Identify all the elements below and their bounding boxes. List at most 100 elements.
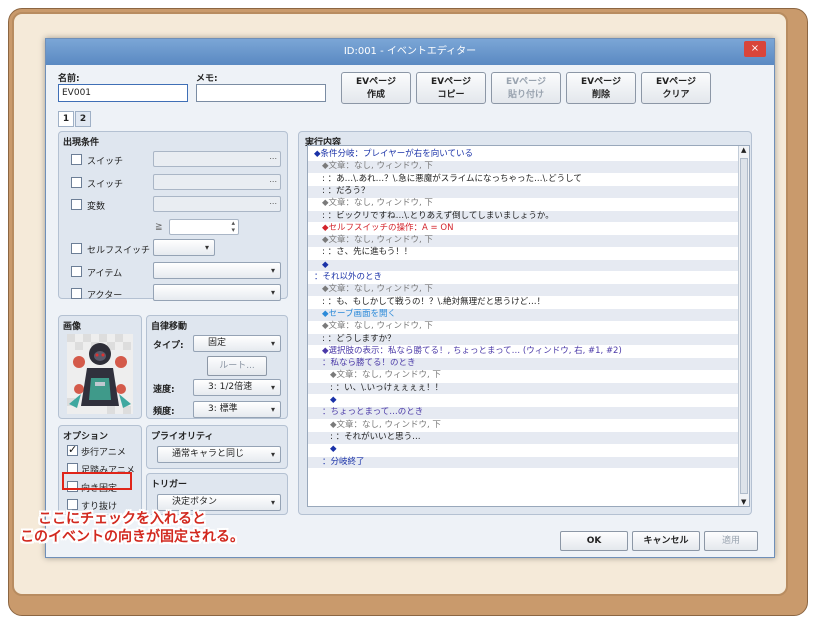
switch2-label: スイッチ [87,180,124,190]
button-line1: EVページ [656,77,696,87]
image-panel: 画像 [58,315,142,419]
button-line1: EVページ [356,77,396,87]
trigger-title: トリガー [151,480,188,490]
ge-symbol: ≧ [155,222,163,232]
button-line2: 作成 [366,90,385,100]
self-switch-select[interactable] [153,239,215,256]
command-line[interactable]: : ：も、もしかして戦うの！？\.絶対無理だと思うけど…！ [308,297,738,309]
variable-field[interactable]: ... [153,196,281,212]
options-title: オプション [63,432,109,442]
memo-label: メモ: [196,74,218,84]
switch2-checkbox[interactable] [71,177,82,188]
switch1-checkbox[interactable] [71,154,82,165]
ok-button[interactable]: OK [560,531,628,551]
speed-label: 速度: [153,385,175,395]
command-line[interactable]: ◆ [308,259,738,272]
button-line2: 貼り付け [507,90,544,100]
command-line[interactable]: ◆文章：なし, ウィンドウ, 下 [308,198,738,210]
command-list-scrollbar[interactable]: ▲ ▼ [738,146,749,506]
command-line[interactable]: ◆セルフスイッチの操作：A = ON [308,223,738,235]
move-type-label: タイプ: [153,341,184,351]
button-line1: EVページ [506,77,546,87]
scroll-thumb[interactable] [740,158,748,494]
command-line[interactable]: : ：い、\.いっけぇぇぇぇ！！ [308,382,738,395]
command-line[interactable]: : ：それがいいと思う… [308,431,738,444]
ev-page-delete-button[interactable]: EVページ削除 [566,72,636,104]
command-line[interactable]: ：ちょっとまって…のとき [308,407,738,420]
window-title: ID:001 - イベントエディター [343,46,477,57]
button-line2: クリア [662,90,690,100]
cancel-button[interactable]: キャンセル [632,531,700,551]
switch2-field[interactable]: ... [153,174,281,190]
switch1-field[interactable]: ... [153,151,281,167]
command-line[interactable]: ：分岐終了 [308,456,738,469]
frequency-select[interactable]: 3: 標準 [193,401,281,418]
command-line[interactable]: : ：どうしますか？ [308,333,738,346]
command-line[interactable]: ：私なら勝てる！のとき [308,358,738,370]
command-line[interactable]: ：それ以外のとき [308,272,738,284]
tab-page-2[interactable]: 2 [75,111,91,127]
autonomous-movement-panel: 自律移動 タイプ: 固定 ルート... 速度: 3: 1/2倍速 頻度: 3: … [146,315,288,419]
command-line[interactable]: ◆文章：なし, ウィンドウ, 下 [308,370,738,382]
event-editor-window: ID:001 - イベントエディター × 名前: EV001 メモ: EVページ… [45,38,775,558]
command-line[interactable]: ◆ [308,444,738,456]
scroll-up-icon[interactable]: ▲ [741,146,746,154]
button-line2: 削除 [591,90,610,100]
command-line[interactable]: : ：だろう？ [308,185,738,198]
command-line[interactable]: ◆条件分岐：プレイヤーが右を向いている [308,149,738,161]
command-line[interactable]: ◆セーブ画面を開く [308,308,738,321]
command-line[interactable]: ◆文章：なし, ウィンドウ, 下 [308,284,738,297]
item-checkbox[interactable] [71,266,82,277]
variable-value-spinner[interactable]: ▴ ▾ [169,219,239,235]
command-line[interactable]: ◆文章：なし, ウィンドウ, 下 [308,420,738,432]
command-line[interactable]: : ：あ…\.あれ…？\.急に悪魔がスライムになっちゃった…\.どうして [308,174,738,186]
variable-label: 変数 [87,202,106,212]
name-input[interactable]: EV001 [58,84,188,102]
command-line[interactable]: ◆文章：なし, ウィンドウ, 下 [308,161,738,174]
variable-checkbox[interactable] [71,199,82,210]
command-line[interactable]: : ：さ、先に進もう！！ [308,247,738,259]
walking-anim-label: 歩行アニメ [81,448,126,458]
speed-select[interactable]: 3: 1/2倍速 [193,379,281,396]
command-line[interactable]: : ：ビックリですね…\.とりあえず倒してしまいましょうか。 [308,210,738,223]
options-panel: オプション 歩行アニメ 足踏みアニメ 向き固定 すり抜け [58,425,142,515]
direction-fix-highlight [62,472,132,490]
command-line[interactable]: ◆ [308,395,738,407]
apply-button[interactable]: 適用 [704,531,758,551]
memo-input[interactable] [196,84,326,102]
ev-page-create-button[interactable]: EVページ作成 [341,72,411,104]
scroll-down-icon[interactable]: ▼ [741,498,746,506]
ev-page-clear-button[interactable]: EVページクリア [641,72,711,104]
command-line[interactable]: ◆文章：なし, ウィンドウ, 下 [308,235,738,247]
ev-page-paste-button[interactable]: EVページ貼り付け [491,72,561,104]
item-label: アイテム [87,269,123,279]
actor-label: アクター [87,291,123,301]
self-switch-label: セルフスイッチ [87,246,151,256]
command-list[interactable]: ◆条件分岐：プレイヤーが右を向いている ◆文章：なし, ウィンドウ, 下: ：あ…… [307,145,750,507]
priority-panel: プライオリティ 通常キャラと同じ [146,425,288,469]
move-type-select[interactable]: 固定 [193,335,281,352]
callout-line-2: このイベントの向きが固定される。 [20,529,244,545]
route-button[interactable]: ルート... [207,356,267,376]
actor-checkbox[interactable] [71,288,82,299]
conditions-panel: 出現条件 スイッチ ... スイッチ ... 変数 ... ≧ ▴ ▾ セルフスイ… [58,131,288,301]
callout-line-1: ここにチェックを入れると [38,511,206,527]
switch1-label: スイッチ [87,157,124,167]
close-button[interactable]: × [744,41,766,57]
self-switch-checkbox[interactable] [71,243,82,254]
item-select[interactable] [153,262,281,279]
walking-anim-checkbox[interactable] [67,443,78,456]
conditions-title: 出現条件 [63,138,100,148]
name-label: 名前: [58,74,80,84]
tab-page-1[interactable]: 1 [58,111,74,127]
character-sprite-image[interactable] [67,334,133,414]
title-bar: ID:001 - イベントエディター × [46,39,774,65]
button-line1: EVページ [581,77,621,87]
button-line1: EVページ [431,77,471,87]
command-line[interactable]: ◆選択肢の表示：私なら勝てる！, ちょっとまって… (ウィンドウ, 右, #1,… [308,346,738,358]
actor-select[interactable] [153,284,281,301]
priority-select[interactable]: 通常キャラと同じ [157,446,281,463]
ev-page-copy-button[interactable]: EVページ コピー [416,72,486,104]
command-line[interactable]: ◆文章：なし, ウィンドウ, 下 [308,321,738,333]
autonomous-title: 自律移動 [151,322,188,332]
